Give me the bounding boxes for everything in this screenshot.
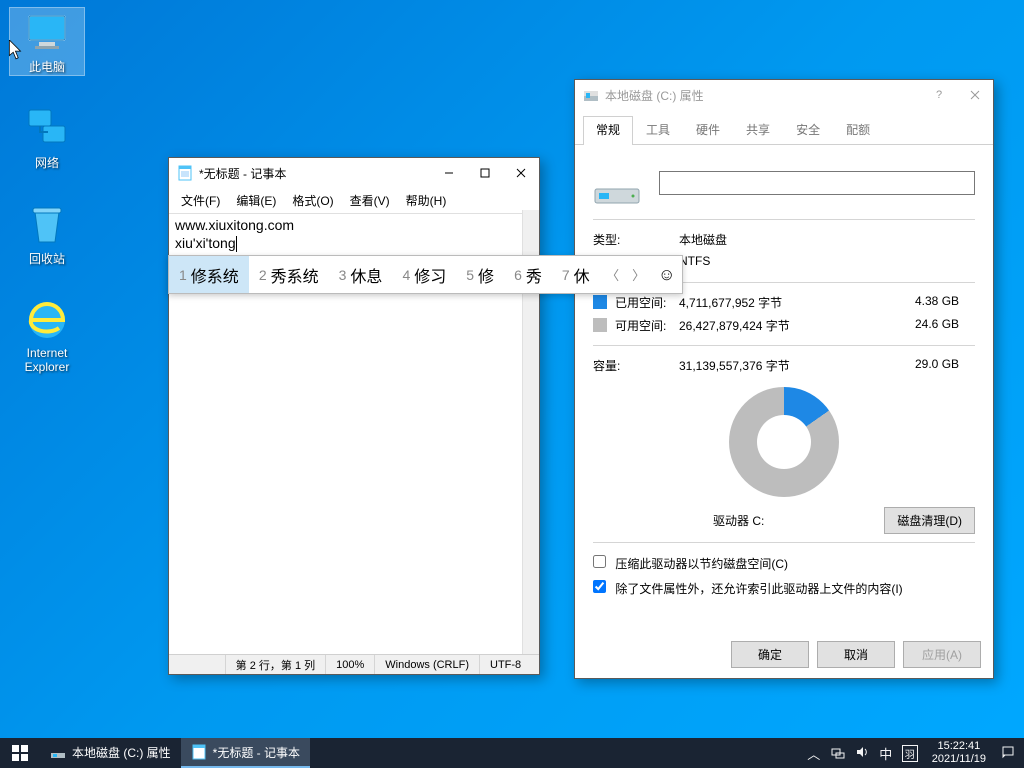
- ime-candidate[interactable]: 7休: [552, 256, 600, 293]
- menu-view[interactable]: 查看(V): [342, 190, 398, 211]
- properties-titlebar[interactable]: 本地磁盘 (C:) 属性 ?: [575, 80, 993, 110]
- apply-button[interactable]: 应用(A): [903, 641, 981, 668]
- tab-hardware[interactable]: 硬件: [683, 116, 733, 144]
- value-free-human: 24.6 GB: [915, 317, 975, 334]
- properties-title: 本地磁盘 (C:) 属性: [605, 87, 921, 104]
- cursor-icon: [8, 40, 24, 60]
- tray-notifications-icon[interactable]: [1000, 745, 1016, 762]
- label-used: 已用空间:: [615, 296, 666, 310]
- ime-candidate[interactable]: 5修: [456, 256, 504, 293]
- text-line: xiu'xi'tong: [175, 235, 236, 251]
- tray-volume-icon[interactable]: [854, 745, 870, 762]
- used-color-swatch: [593, 295, 607, 309]
- notepad-titlebar[interactable]: *无标题 - 记事本: [169, 158, 539, 188]
- notepad-icon: [191, 744, 207, 760]
- checkbox-index[interactable]: 除了文件属性外，还允许索引此驱动器上文件的内容(I): [593, 576, 975, 601]
- menu-format[interactable]: 格式(O): [284, 190, 341, 211]
- ime-next-icon[interactable]: 〉: [626, 265, 652, 284]
- tab-tools[interactable]: 工具: [633, 116, 683, 144]
- minimize-button[interactable]: [431, 159, 467, 188]
- volume-name-input[interactable]: [659, 171, 975, 195]
- value-used-bytes: 4,711,677,952 字节: [679, 294, 915, 311]
- icon-label: 网络: [10, 154, 84, 171]
- taskbar-item-properties[interactable]: 本地磁盘 (C:) 属性: [40, 738, 181, 768]
- start-button[interactable]: [0, 738, 40, 768]
- ime-candidate[interactable]: 1修系统: [169, 256, 249, 293]
- tray-network-icon[interactable]: [830, 745, 846, 762]
- tray-ime-mode[interactable]: 羽: [902, 745, 918, 762]
- free-color-swatch: [593, 318, 607, 332]
- tab-quota[interactable]: 配额: [833, 116, 883, 144]
- taskbar: 本地磁盘 (C:) 属性 *无标题 - 记事本 ︿ 中 羽 15:22:41 2…: [0, 738, 1024, 768]
- ime-emoji-icon[interactable]: ☺: [652, 265, 682, 285]
- drive-label: 驱动器 C:: [593, 512, 884, 529]
- notepad-menubar: 文件(F) 编辑(E) 格式(O) 查看(V) 帮助(H): [169, 188, 539, 213]
- menu-help[interactable]: 帮助(H): [398, 190, 455, 211]
- value-type: 本地磁盘: [679, 231, 975, 248]
- tray-chevron-up-icon[interactable]: ︿: [806, 744, 822, 763]
- value-used-human: 4.38 GB: [915, 294, 975, 311]
- desktop-icon-recycle-bin[interactable]: 回收站: [10, 200, 84, 267]
- ime-candidate-bar: 1修系统 2秀系统 3休息 4修习 5修 6秀 7休 〈 〉 ☺: [168, 255, 683, 294]
- help-button[interactable]: ?: [921, 81, 957, 110]
- properties-window: 本地磁盘 (C:) 属性 ? 常规 工具 硬件 共享 安全 配额 类型:本地磁盘…: [574, 79, 994, 679]
- menu-edit[interactable]: 编辑(E): [228, 190, 284, 211]
- label-type: 类型:: [593, 231, 679, 248]
- usage-donut-chart: [729, 387, 839, 497]
- tray-ime-lang[interactable]: 中: [878, 744, 894, 763]
- properties-tabs: 常规 工具 硬件 共享 安全 配额: [575, 110, 993, 145]
- close-button[interactable]: [503, 159, 539, 188]
- desktop-icon-network[interactable]: 网络: [10, 104, 84, 171]
- ime-candidate[interactable]: 4修习: [392, 256, 456, 293]
- icon-label: 回收站: [10, 250, 84, 267]
- tab-sharing[interactable]: 共享: [733, 116, 783, 144]
- label-free: 可用空间:: [615, 319, 666, 333]
- icon-label: InternetExplorer: [10, 346, 84, 374]
- drive-icon: [583, 87, 599, 103]
- system-tray: ︿ 中 羽 15:22:41 2021/11/19: [806, 740, 1024, 766]
- close-button[interactable]: [957, 81, 993, 110]
- value-capacity-bytes: 31,139,557,376 字节: [679, 357, 915, 374]
- status-zoom: 100%: [325, 655, 374, 674]
- cancel-button[interactable]: 取消: [817, 641, 895, 668]
- tab-security[interactable]: 安全: [783, 116, 833, 144]
- desktop-icon-ie[interactable]: InternetExplorer: [10, 296, 84, 374]
- status-encoding: UTF-8: [479, 655, 539, 674]
- status-eol: Windows (CRLF): [374, 655, 479, 674]
- checkbox-compress[interactable]: 压缩此驱动器以节约磁盘空间(C): [593, 551, 975, 576]
- value-free-bytes: 26,427,879,424 字节: [679, 317, 915, 334]
- caret-icon: [236, 236, 237, 252]
- text-line: www.xiuxitong.com: [175, 217, 294, 233]
- ok-button[interactable]: 确定: [731, 641, 809, 668]
- ime-prev-icon[interactable]: 〈: [600, 265, 626, 284]
- menu-file[interactable]: 文件(F): [173, 190, 228, 211]
- value-capacity-human: 29.0 GB: [915, 357, 975, 374]
- ime-candidate[interactable]: 3休息: [329, 256, 393, 293]
- maximize-button[interactable]: [467, 159, 503, 188]
- taskbar-item-notepad[interactable]: *无标题 - 记事本: [181, 738, 310, 768]
- drive-icon: [50, 744, 66, 760]
- disk-cleanup-button[interactable]: 磁盘清理(D): [884, 507, 975, 534]
- notepad-title: *无标题 - 记事本: [199, 165, 431, 182]
- tray-clock[interactable]: 15:22:41 2021/11/19: [926, 740, 992, 766]
- ime-candidate[interactable]: 6秀: [504, 256, 552, 293]
- notepad-statusbar: 第 2 行，第 1 列 100% Windows (CRLF) UTF-8: [169, 654, 539, 674]
- notepad-icon: [177, 165, 193, 181]
- tab-general[interactable]: 常规: [583, 116, 633, 145]
- status-position: 第 2 行，第 1 列: [225, 655, 325, 674]
- drive-large-icon: [593, 159, 641, 207]
- value-fs: NTFS: [679, 254, 975, 271]
- label-capacity: 容量:: [593, 357, 679, 374]
- icon-label: 此电脑: [10, 58, 84, 75]
- notepad-window: *无标题 - 记事本 文件(F) 编辑(E) 格式(O) 查看(V) 帮助(H)…: [168, 157, 540, 675]
- ime-candidate[interactable]: 2秀系统: [249, 256, 329, 293]
